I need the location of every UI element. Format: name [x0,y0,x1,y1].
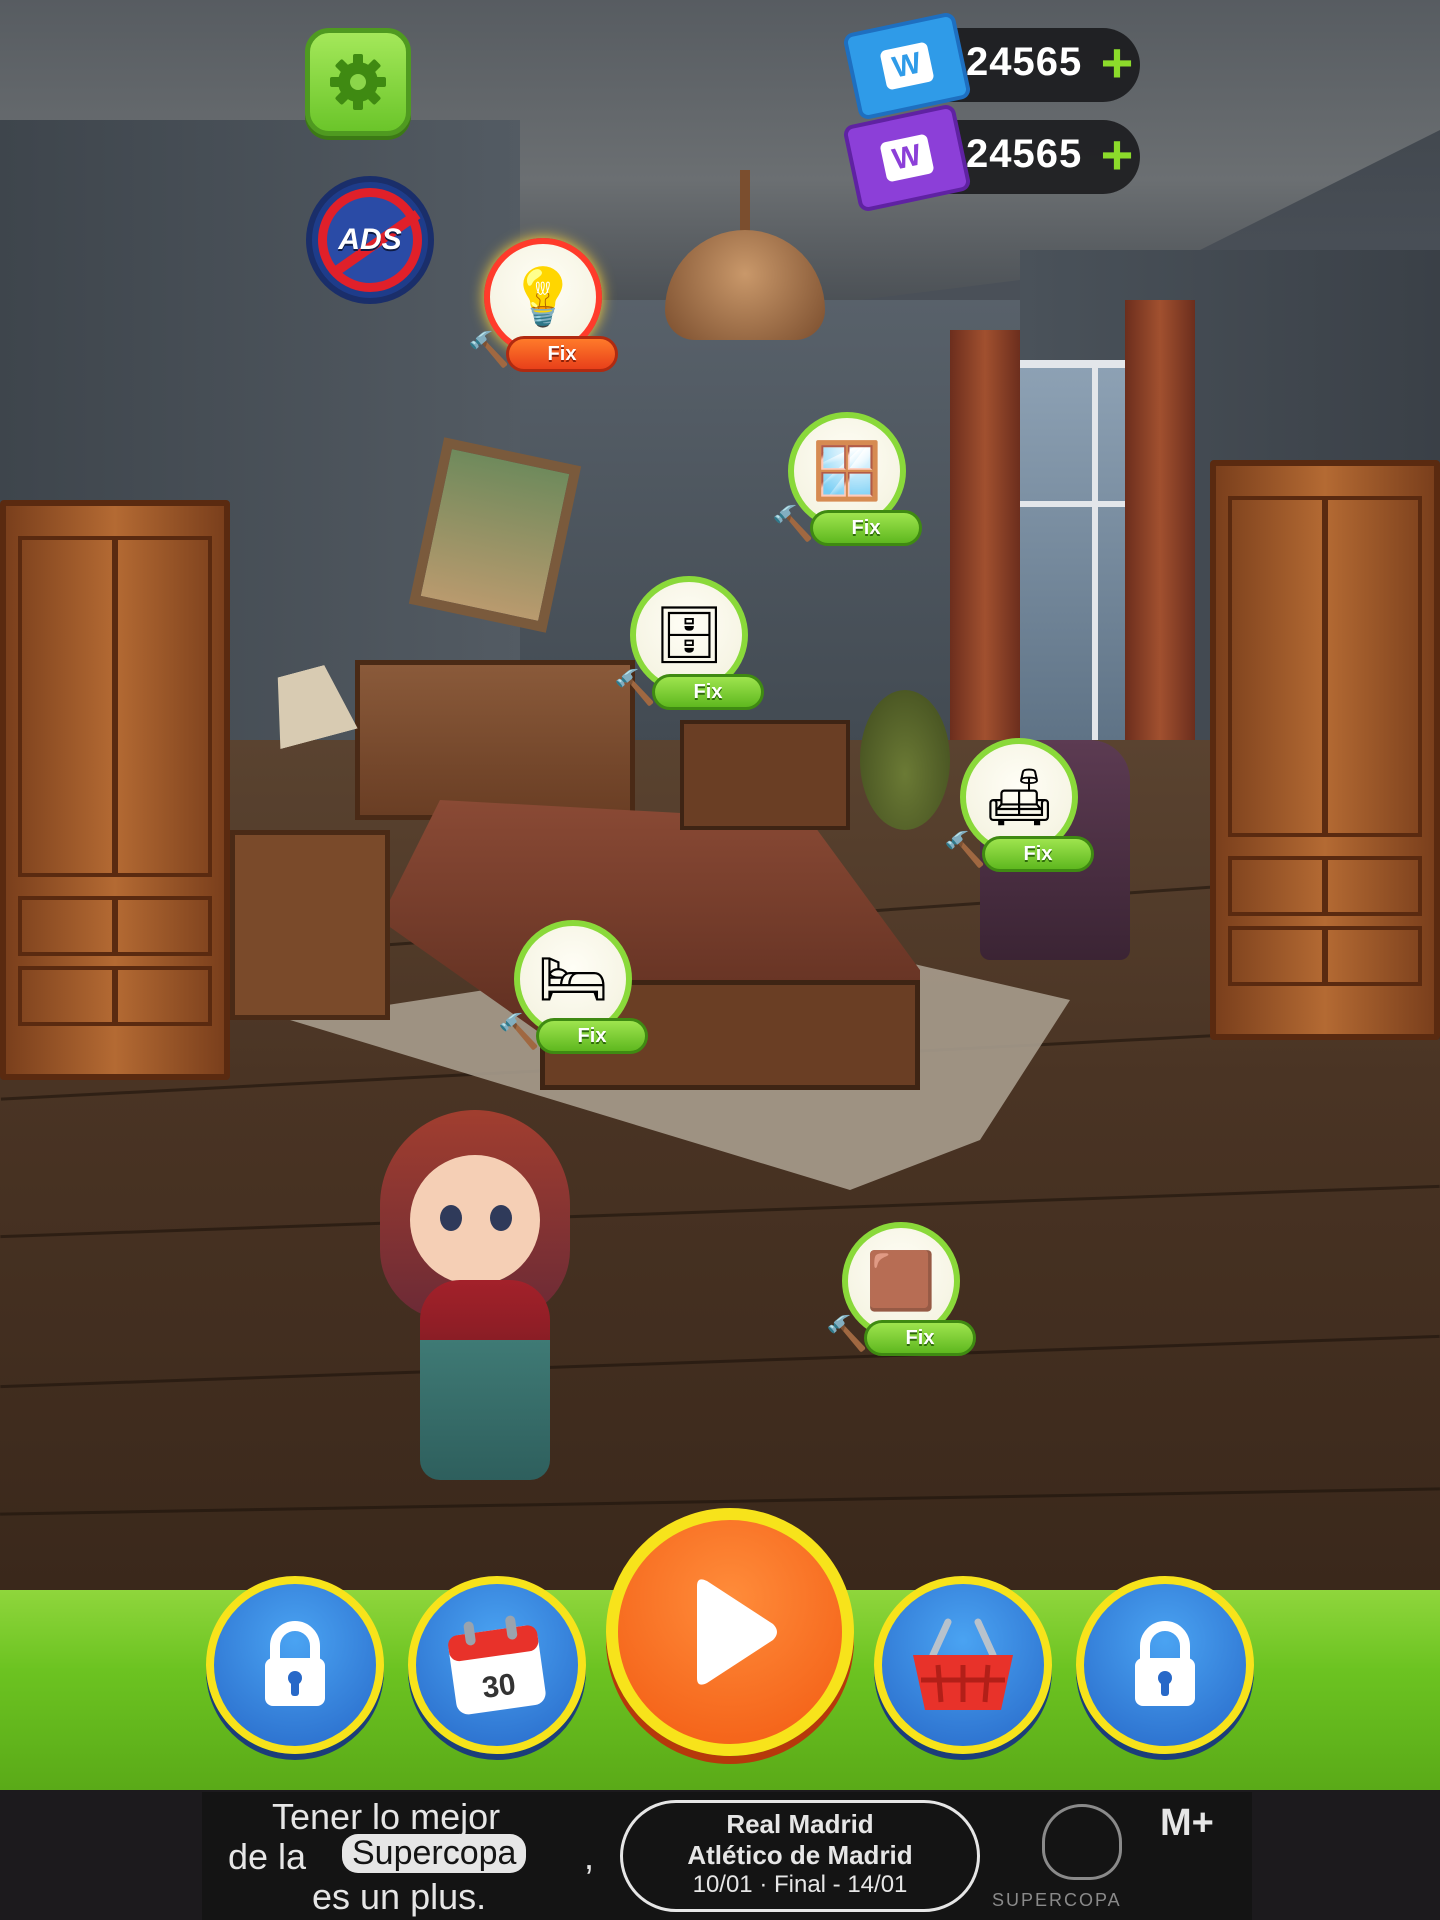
ceiling-lamp-icon: 💡 [508,265,578,330]
ad-line-2-pre: de la [228,1836,307,1877]
ad-match-box: Real Madrid Atlético de Madrid 10/01 · F… [620,1800,980,1912]
no-ads-icon: ADS [318,188,422,292]
daily-calendar-button[interactable]: 30 [408,1576,586,1754]
ad-match-line-1: Real Madrid [726,1809,874,1839]
bed-headboard [355,660,635,820]
lock-icon [265,1621,325,1706]
fix-label: Fix [652,674,764,710]
potted-plant [860,690,950,830]
hammer-icon: 🔨 [943,830,987,870]
add-purple-tickets-button[interactable]: + [1090,124,1144,186]
ad-line-3: es un plus. [312,1876,487,1917]
hammer-icon: 🔨 [467,330,511,370]
locked-slot-right-button[interactable] [1076,1576,1254,1754]
hammer-icon: 🔨 [825,1314,869,1354]
fix-floor-button[interactable]: 🟫 🔨 Fix [824,1222,984,1372]
blue-ticket-counter: W 24565 + [842,11,1140,121]
supercopa-logo [1042,1804,1122,1880]
ad-match-line-2: Atlético de Madrid [687,1840,913,1870]
play-button[interactable] [606,1508,854,1756]
sad-girl-character [380,1110,580,1500]
lock-icon [1135,1621,1195,1706]
supercopa-logo-text: SUPERCOPA [992,1890,1122,1910]
fix-bed-button[interactable]: 🛏 🔨 Fix [496,920,656,1070]
fix-armchair-button[interactable]: 🛋 🔨 Fix [942,738,1102,888]
purple-ticket-value: 24565 [966,132,1083,176]
hammer-icon: 🔨 [497,1012,541,1052]
no-ads-label: ADS [338,223,402,256]
ad-line-1: Tener lo mejor [272,1796,501,1837]
curtain-right [1125,300,1195,770]
ad-match-line-3: 10/01 · Final - 14/01 [692,1871,908,1898]
settings-button[interactable] [305,28,411,136]
calendar-day: 30 [480,1668,518,1705]
hammer-icon: 🔨 [771,504,815,544]
curtain-left [950,330,1020,800]
fix-label: Fix [864,1320,976,1356]
locked-slot-left-button[interactable] [206,1576,384,1754]
add-blue-tickets-button[interactable]: + [1090,32,1144,94]
room-scene [0,0,1440,1590]
floor-tiles-icon: 🟫 [866,1249,936,1314]
play-icon [697,1579,777,1685]
nightstand [230,830,390,1020]
fix-ceiling-lamp-button[interactable]: 💡 🔨 Fix [466,238,626,388]
curtains-icon: 🪟 [812,439,882,504]
fix-cabinet-button[interactable]: 🗄 🔨 Fix [612,576,772,726]
purple-ticket-counter: W 24565 + [842,103,1140,213]
calendar-icon: 30 [448,1615,546,1715]
wardrobe-right [1210,460,1440,1040]
fix-label: Fix [982,836,1094,872]
shop-button[interactable] [874,1576,1052,1754]
no-ads-button[interactable]: ADS [306,176,434,304]
ad-supercopa-highlight: Supercopa [342,1834,527,1873]
fix-label: Fix [536,1018,648,1054]
basket-icon [913,1618,1013,1710]
hammer-icon: 🔨 [613,668,657,708]
armchair-icon: 🛋 [983,765,1055,830]
ad-banner[interactable]: Tener lo mejor de la Supercopa , es un p… [202,1792,1252,1920]
gear-icon [330,54,386,110]
cabinet-icon: 🗄 [653,603,725,668]
fix-label: Fix [506,336,618,372]
blue-ticket-value: 24565 [966,40,1083,84]
fix-curtains-button[interactable]: 🪟 🔨 Fix [770,412,930,562]
movistar-plus-logo: M+ [1160,1802,1214,1844]
fix-label: Fix [810,510,922,546]
bed-icon: 🛏 [537,947,609,1012]
wardrobe-left [0,500,230,1080]
dresser [680,720,850,830]
ad-line-2-post: , [584,1836,595,1877]
